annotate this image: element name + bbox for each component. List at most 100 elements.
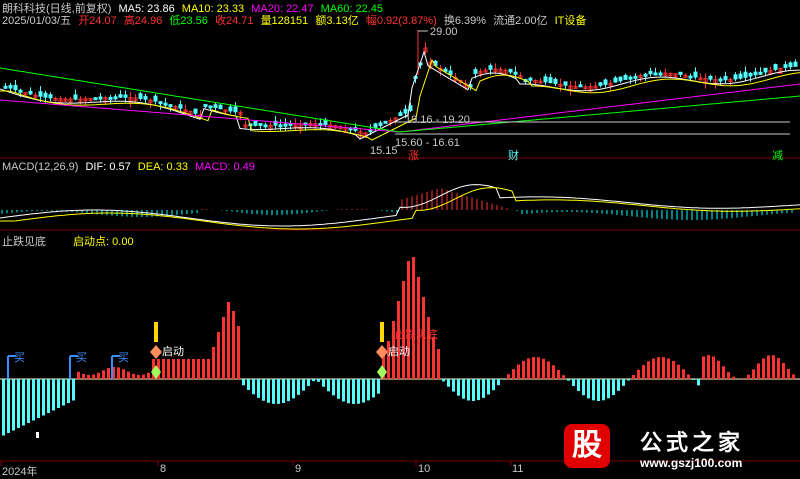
candle-body	[39, 92, 42, 96]
high-value: 高24.96	[124, 15, 163, 27]
indicator-bar	[292, 379, 295, 398]
indicator-bar	[227, 302, 230, 379]
candle-body	[604, 80, 607, 84]
indicator-bar	[17, 379, 20, 428]
low-value: 低23.56	[169, 15, 208, 27]
range-annotation-2: 15.60 - 16.61	[395, 137, 460, 149]
candle-body	[489, 66, 492, 70]
indicator-bar	[22, 379, 25, 426]
start-signal-arrow-2	[377, 365, 387, 379]
indicator-bar	[132, 374, 135, 379]
candle-body	[124, 95, 127, 97]
candle-body	[169, 105, 172, 107]
indicator-bar	[457, 379, 460, 396]
macd-value: MACD: 0.49	[195, 161, 255, 173]
indicator-bar	[762, 358, 765, 379]
indicator-bar	[702, 356, 705, 379]
x-label-8: 8	[160, 463, 166, 475]
watermark-logo: 股	[564, 424, 610, 468]
candle-body	[789, 63, 792, 67]
indicator-bar	[407, 261, 410, 379]
indicator-bar	[142, 375, 145, 379]
watermark-url: www.gszj100.com	[640, 456, 742, 470]
indicator-bar	[462, 379, 465, 399]
indicator-bar	[122, 369, 125, 379]
candle-body	[14, 85, 17, 89]
indicator-bar	[192, 359, 195, 379]
indicator-bar	[532, 357, 535, 379]
indicator-bar	[552, 365, 555, 379]
candle-body	[744, 72, 747, 77]
indicator-bar	[47, 379, 50, 413]
indicator-bar	[682, 369, 685, 379]
buy-label-3: 买	[118, 349, 129, 365]
indicator-bar	[672, 361, 675, 379]
candle-body	[764, 68, 767, 72]
event-mark-cai: 财	[508, 147, 519, 163]
indicator-bar	[787, 369, 790, 379]
candle-body	[694, 72, 697, 77]
candle-body	[259, 124, 262, 126]
candle-body	[599, 83, 602, 86]
start-point-value: 启动点: 0.00	[73, 236, 134, 248]
indicator-bar	[577, 379, 580, 391]
event-mark-zhang: 涨	[408, 147, 419, 163]
candle-body	[649, 71, 652, 73]
indicator-bar	[197, 359, 200, 379]
indicator-bar	[747, 375, 750, 379]
indicator-bar	[492, 379, 495, 390]
start-signal-bar-2	[380, 322, 384, 342]
candle-body	[784, 65, 787, 68]
indicator-bar	[362, 379, 365, 403]
indicator-bar	[412, 257, 415, 379]
indicator-bar	[217, 332, 220, 379]
indicator-bar	[372, 379, 375, 397]
candle-body	[624, 75, 627, 79]
indicator-bar	[442, 379, 445, 381]
macd-title: MACD(12,26,9)	[2, 161, 78, 173]
candle-body	[734, 75, 737, 79]
indicator-bar	[527, 358, 530, 379]
indicator-bar	[82, 374, 85, 379]
indicator-header: 止跌见底 启动点: 0.00	[2, 233, 138, 249]
candle-body	[474, 70, 477, 74]
candle-body	[399, 113, 402, 116]
start-signal-bar-1	[154, 322, 158, 342]
candle-body	[264, 125, 267, 127]
indicator-bar	[522, 361, 525, 379]
indicator-bar	[597, 379, 600, 401]
indicator-bar	[327, 379, 330, 391]
candle-body	[759, 72, 762, 74]
indicator-bar	[617, 379, 620, 391]
candle-body	[749, 73, 752, 76]
candle-body	[579, 85, 582, 87]
candle-body	[234, 107, 237, 112]
indicator-bar	[72, 379, 75, 401]
candle-body	[209, 106, 212, 108]
candle-body	[164, 103, 167, 105]
bottom-signal-label: 止跌见底	[394, 326, 438, 342]
indicator-bar	[692, 379, 695, 380]
open-value: 开24.07	[78, 15, 117, 27]
macd-header: MACD(12,26,9) DIF: 0.57 DEA: 0.33 MACD: …	[2, 161, 259, 173]
candle-body	[179, 105, 182, 108]
indicator-bar	[667, 358, 670, 379]
indicator-bar	[262, 379, 265, 401]
indicator-bar	[207, 359, 210, 379]
indicator-bar	[357, 379, 360, 404]
indicator-bar	[592, 379, 595, 400]
indicator-bar	[92, 375, 95, 379]
indicator-bar	[297, 379, 300, 395]
indicator-bar	[722, 366, 725, 379]
dif-value: DIF: 0.57	[85, 161, 130, 173]
candle-body	[94, 98, 97, 100]
volume-value: 量128151	[261, 15, 309, 27]
candle-body	[49, 95, 52, 98]
indicator-bar	[57, 379, 60, 408]
indicator-bar	[567, 379, 570, 381]
indicator-bar	[537, 357, 540, 379]
indicator-bar	[472, 379, 475, 401]
indicator-bar	[502, 379, 505, 380]
indicator-bar	[662, 357, 665, 379]
indicator-bar	[162, 359, 165, 379]
